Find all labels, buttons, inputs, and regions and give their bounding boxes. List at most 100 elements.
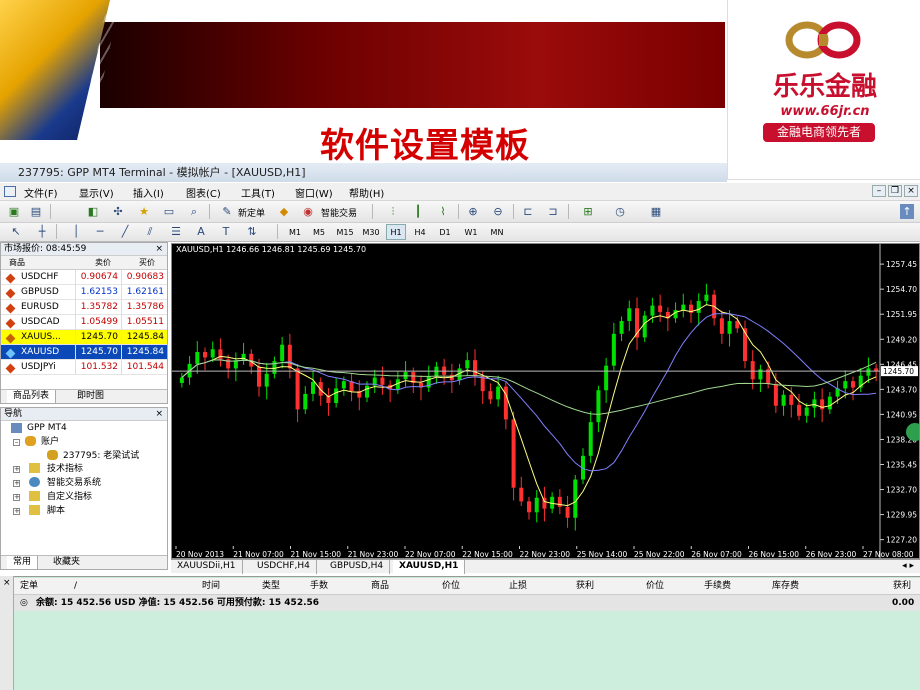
profiles-icon[interactable]: ▤: [28, 204, 44, 219]
metaeditor-icon[interactable]: ◆: [276, 204, 292, 219]
tf-m15[interactable]: M15: [334, 224, 356, 240]
tf-h1[interactable]: H1: [386, 224, 406, 240]
fibonacci-icon[interactable]: ☰: [168, 224, 184, 239]
tf-mn[interactable]: MN: [486, 224, 508, 240]
nav-accounts[interactable]: 账户: [41, 436, 59, 448]
quote-row[interactable]: USDJPYi 101.532 101.544: [1, 360, 167, 375]
close-icon[interactable]: ×: [3, 578, 11, 588]
new-order-icon[interactable]: ✎: [219, 204, 235, 219]
chart-tab-usdchf[interactable]: USDCHF,H4: [251, 560, 317, 574]
nav-custom[interactable]: 自定义指标: [47, 491, 92, 503]
col-symbol[interactable]: 商品: [371, 578, 389, 595]
expand-icon[interactable]: +: [13, 466, 20, 473]
col-lots[interactable]: 手数: [310, 578, 328, 595]
col-price2[interactable]: 价位: [646, 578, 664, 595]
menu-insert[interactable]: 插入(I): [133, 185, 164, 200]
new-chart-icon[interactable]: ▣: [6, 204, 22, 219]
col-sl[interactable]: 止损: [509, 578, 527, 595]
menu-help[interactable]: 帮助(H): [349, 185, 384, 200]
collapse-icon[interactable]: –: [13, 439, 20, 446]
expand-icon[interactable]: +: [13, 494, 20, 501]
tf-d1[interactable]: D1: [435, 224, 455, 240]
menu-view[interactable]: 显示(V): [79, 185, 114, 200]
col-swap[interactable]: 库存费: [772, 578, 799, 595]
chart-tab-xauusd[interactable]: XAUUSD,H1: [393, 560, 466, 574]
tf-m30[interactable]: M30: [360, 224, 382, 240]
expert-icon[interactable]: ◉: [300, 204, 316, 219]
horizontal-line-icon[interactable]: ─: [92, 224, 108, 239]
col-time[interactable]: 时间: [202, 578, 220, 595]
zoom-in-icon[interactable]: ⊕: [465, 204, 481, 219]
expert-label[interactable]: 智能交易: [321, 206, 357, 219]
indicators-icon[interactable]: ⊞: [580, 204, 596, 219]
tab-common[interactable]: 常用: [7, 556, 39, 569]
label-icon[interactable]: T: [218, 224, 234, 239]
menu-charts[interactable]: 图表(C): [186, 185, 221, 200]
arrows-icon[interactable]: ⇅: [244, 224, 260, 239]
quote-row[interactable]: XAUUSD 1245.70 1245.84: [1, 345, 167, 360]
price-chart[interactable]: 1257.45 1254.70 1251.95 1249.20 1246.45 1243.…: [171, 243, 920, 559]
help-icon[interactable]: ↑: [900, 204, 914, 219]
menu-window[interactable]: 窗口(W): [295, 185, 333, 200]
quote-row[interactable]: XAUUS... 1245.70 1245.84: [1, 330, 167, 345]
col-ask[interactable]: 买价: [139, 256, 155, 270]
channel-icon[interactable]: ⫽: [142, 224, 158, 239]
quote-row[interactable]: GBPUSD 1.62153 1.62161: [1, 285, 167, 300]
chart-tab-gbpusd[interactable]: GBPUSD,H4: [324, 560, 391, 574]
col-tp[interactable]: 获利: [576, 578, 594, 595]
col-bid[interactable]: 卖价: [95, 256, 111, 270]
tab-tick-chart[interactable]: 即时图: [71, 390, 110, 403]
strategy-tester-icon[interactable]: ⌕: [186, 204, 202, 219]
tab-favorites[interactable]: 收藏夹: [47, 556, 86, 569]
cursor-icon[interactable]: ↖: [8, 224, 24, 239]
data-window-icon[interactable]: ✣: [110, 204, 126, 219]
vertical-line-icon[interactable]: │: [68, 224, 84, 239]
market-watch-icon[interactable]: ◧: [85, 204, 101, 219]
periods-icon[interactable]: ◷: [612, 204, 628, 219]
minimize-icon[interactable]: –: [872, 185, 886, 197]
close-icon[interactable]: ×: [904, 185, 918, 197]
navigator-icon[interactable]: ★: [136, 204, 152, 219]
candle-chart-icon[interactable]: ┃: [410, 204, 426, 219]
expand-icon[interactable]: +: [13, 480, 20, 487]
col-commission[interactable]: 手续费: [704, 578, 731, 595]
tf-h4[interactable]: H4: [410, 224, 430, 240]
col-order[interactable]: 定单: [20, 578, 38, 595]
nav-root[interactable]: GPP MT4: [27, 422, 67, 434]
x-tick-label: 22 Nov 15:00: [462, 550, 513, 558]
chart-tab-xauusdii[interactable]: XAUUSDii,H1: [171, 560, 243, 574]
quote-row[interactable]: USDCHF 0.90674 0.90683: [1, 270, 167, 285]
tab-symbols[interactable]: 商品列表: [7, 390, 57, 403]
col-symbol[interactable]: 商品: [9, 256, 25, 270]
crosshair-icon[interactable]: ┼: [34, 224, 50, 239]
terminal-icon[interactable]: ▭: [161, 204, 177, 219]
nav-scripts[interactable]: 脚本: [47, 505, 65, 517]
menu-file[interactable]: 文件(F): [24, 185, 58, 200]
tf-m5[interactable]: M5: [309, 224, 329, 240]
col-type[interactable]: 类型: [262, 578, 280, 595]
zoom-out-icon[interactable]: ⊖: [490, 204, 506, 219]
tile-windows-icon[interactable]: ⊏: [520, 204, 536, 219]
close-icon[interactable]: ×: [155, 243, 163, 256]
col-price[interactable]: 价位: [442, 578, 460, 595]
quote-row[interactable]: USDCAD 1.05499 1.05511: [1, 315, 167, 330]
auto-scroll-icon[interactable]: ⊐: [545, 204, 561, 219]
col-profit[interactable]: 获利: [893, 578, 911, 595]
tf-m1[interactable]: M1: [285, 224, 305, 240]
nav-experts[interactable]: 智能交易系统: [47, 477, 101, 489]
close-icon[interactable]: ×: [155, 408, 163, 421]
tf-w1[interactable]: W1: [460, 224, 482, 240]
restore-icon[interactable]: ❐: [888, 185, 902, 197]
scroll-arrows-icon[interactable]: ◂ ▸: [902, 560, 914, 573]
new-order-label[interactable]: 新定单: [238, 206, 265, 219]
trendline-icon[interactable]: ╱: [117, 224, 133, 239]
templates-icon[interactable]: ▦: [648, 204, 664, 219]
menu-tools[interactable]: 工具(T): [241, 185, 275, 200]
expand-icon[interactable]: +: [13, 508, 20, 515]
nav-indicators[interactable]: 技术指标: [47, 463, 83, 475]
nav-account-item[interactable]: 237795: 老梁试试: [63, 450, 139, 462]
text-icon[interactable]: A: [193, 224, 209, 239]
quote-row[interactable]: EURUSD 1.35782 1.35786: [1, 300, 167, 315]
bar-chart-icon[interactable]: ⫶: [385, 204, 401, 219]
line-chart-icon[interactable]: ⌇: [435, 204, 451, 219]
